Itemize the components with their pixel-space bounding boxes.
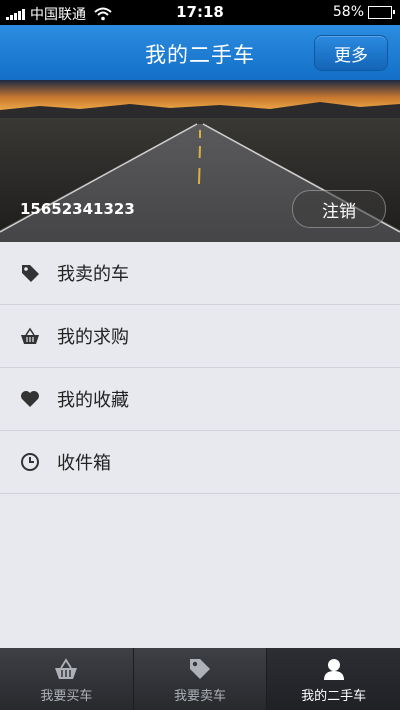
heart-icon bbox=[20, 389, 40, 409]
menu-item-label: 收件箱 bbox=[57, 453, 111, 474]
basket-icon bbox=[53, 656, 79, 682]
tag-icon bbox=[188, 656, 212, 682]
status-bar: 中国联通 17:18 58% bbox=[0, 0, 400, 25]
tab-bar: 我要买车 我要卖车 我的二手车 bbox=[0, 648, 400, 710]
tag-icon bbox=[20, 263, 40, 283]
nav-bar: 我的二手车 更多 bbox=[0, 25, 400, 80]
user-phone-number: 15652341323 bbox=[20, 200, 135, 218]
menu-item-label: 我卖的车 bbox=[57, 264, 129, 285]
tab-buy-car[interactable]: 我要买车 bbox=[0, 648, 133, 710]
basket-icon bbox=[20, 326, 40, 346]
clock-icon bbox=[20, 452, 40, 472]
more-button[interactable]: 更多 bbox=[314, 35, 388, 71]
menu-item-my-favorites[interactable]: 我的收藏 bbox=[0, 368, 400, 431]
logout-button[interactable]: 注销 bbox=[292, 190, 386, 228]
menu-item-my-wanted[interactable]: 我的求购 bbox=[0, 305, 400, 368]
battery-status: 58% bbox=[332, 4, 395, 20]
battery-icon bbox=[368, 5, 395, 19]
menu-list: 我卖的车 我的求购 我的收藏 收件箱 bbox=[0, 242, 400, 494]
battery-percent: 58% bbox=[332, 4, 364, 20]
tab-label: 我的二手车 bbox=[301, 689, 367, 704]
profile-banner: 15652341323 注销 bbox=[0, 80, 400, 242]
tab-my-used-car[interactable]: 我的二手车 bbox=[266, 648, 400, 710]
menu-item-label: 我的求购 bbox=[57, 327, 129, 348]
tab-sell-car[interactable]: 我要卖车 bbox=[132, 648, 267, 710]
menu-item-my-sold-cars[interactable]: 我卖的车 bbox=[0, 242, 400, 305]
menu-item-label: 我的收藏 bbox=[57, 390, 129, 411]
tab-label: 我要卖车 bbox=[174, 689, 227, 704]
menu-item-inbox[interactable]: 收件箱 bbox=[0, 431, 400, 494]
tab-label: 我要买车 bbox=[40, 689, 93, 704]
user-icon bbox=[322, 656, 346, 682]
